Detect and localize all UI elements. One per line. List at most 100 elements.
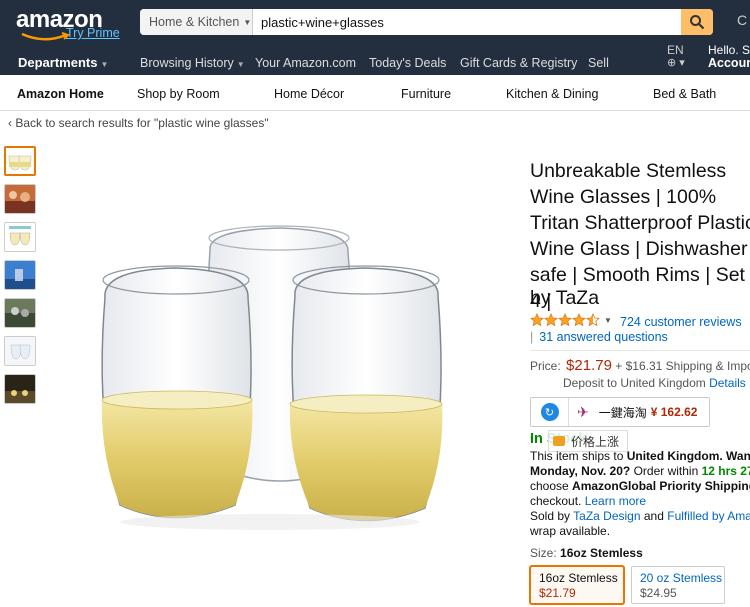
subnav-shop-by-room[interactable]: Shop by Room	[137, 87, 220, 101]
try-prime-link[interactable]: Try Prime	[66, 26, 120, 40]
seller-link[interactable]: TaZa Design	[573, 509, 640, 523]
nav-browsing-history-label: Browsing History	[140, 56, 234, 70]
subnav-furniture[interactable]: Furniture	[401, 87, 451, 101]
and-label: and	[640, 509, 668, 523]
size-label-text: Size:	[530, 546, 557, 560]
subnav-home-decor[interactable]: Home Décor	[274, 87, 344, 101]
star-rating[interactable]: ▼	[530, 313, 612, 327]
dinner-thumb-image	[5, 375, 35, 403]
departments-menu[interactable]: Departments ▼	[18, 55, 108, 70]
size-option-name: 16oz Stemless	[539, 571, 618, 585]
info-thumb-image	[5, 223, 35, 251]
thumbnail-4[interactable]	[4, 260, 36, 290]
price-label: Price:	[530, 359, 561, 373]
thumbnail-6[interactable]	[4, 336, 36, 366]
stars-icon	[530, 313, 600, 327]
size-option-name: 20 oz Stemless	[640, 571, 723, 585]
extension-logo[interactable]: ↻	[531, 398, 569, 426]
size-option-price: $24.95	[640, 586, 677, 600]
account-label: Accoun	[708, 56, 750, 70]
nav-todays-deals[interactable]: Today's Deals	[369, 56, 446, 70]
amazon-logo[interactable]: amazon Try Prime	[16, 6, 120, 41]
ship-country: United Kingdom	[626, 449, 720, 463]
back-to-results-link[interactable]: ‹ Back to search results for "plastic wi…	[8, 116, 269, 130]
sub-nav: Amazon Home Shop by Room Home Décor Furn…	[0, 75, 750, 111]
language-label: EN	[667, 43, 684, 57]
pool-thumb-image	[5, 261, 35, 289]
checkout-label: checkout.	[530, 494, 585, 508]
nav-browsing-history[interactable]: Browsing History ▼	[140, 56, 245, 70]
glasses-thumb-image	[8, 155, 32, 171]
shipping-cost: + $16.31 Shipping & Import	[615, 359, 750, 373]
answered-questions-link[interactable]: 31 answered questions	[539, 330, 668, 344]
ship-text-1: This item ships to	[530, 449, 627, 463]
nav-sell[interactable]: Sell	[588, 56, 609, 70]
nav-your-amazon[interactable]: Your Amazon.com	[255, 56, 356, 70]
choose-label: choose	[530, 479, 573, 493]
smile-icon	[21, 32, 70, 41]
language-selector[interactable]: EN ⊕ ▾	[667, 44, 685, 70]
party-thumb-image	[5, 185, 35, 213]
price-popup-label: 价格上涨	[571, 435, 620, 449]
extension-price: ¥ 162.62	[650, 405, 698, 419]
priority-shipping: AmazonGlobal Priority Shipping	[572, 479, 750, 493]
answered-questions: | 31 answered questions	[530, 330, 668, 344]
brand-line: by TaZa	[530, 287, 599, 310]
size-option-20oz[interactable]: 20 oz Stemless $24.95	[631, 566, 725, 604]
thumbnail-2[interactable]	[4, 184, 36, 214]
account-menu[interactable]: Hello. S Accoun	[708, 44, 750, 70]
size-option-price: $21.79	[539, 586, 576, 600]
nav-row: Departments ▼ Browsing History ▼ Your Amaz…	[0, 52, 750, 74]
gift-wrap-text: wrap available.	[530, 524, 611, 538]
fulfilled-by-amazon-link[interactable]: Fulfilled by Amazon	[667, 509, 750, 523]
size-selected-value: 16oz Stemless	[560, 546, 643, 560]
chevron-down-icon: ▼	[236, 60, 245, 69]
search-input[interactable]	[253, 9, 681, 35]
subnav-amazon-home[interactable]: Amazon Home	[17, 87, 104, 101]
by-label: by	[530, 287, 551, 309]
thumbnail-3[interactable]	[4, 222, 36, 252]
airplane-icon: ✈	[577, 403, 589, 420]
outdoor-thumb-image	[5, 299, 35, 327]
nav-gift-cards[interactable]: Gift Cards & Registry	[460, 56, 577, 70]
sold-by-label: Sold by	[530, 509, 574, 523]
search-button[interactable]	[681, 9, 713, 35]
order-within-label: Order within	[630, 464, 702, 478]
thumbnail-1[interactable]	[4, 146, 36, 176]
chevron-down-icon: ▼	[100, 60, 109, 69]
chevron-down-icon: ▼	[243, 17, 252, 27]
ship-text-1c: . Want	[719, 449, 750, 463]
top-nav: amazon Try Prime Home & Kitchen ▼ C Depa…	[0, 0, 750, 75]
separator: |	[530, 330, 534, 344]
clear-glasses-thumb-image	[5, 337, 35, 365]
size-option-16oz[interactable]: 16oz Stemless $21.79	[530, 566, 624, 604]
deposit-text: Deposit to United Kingdom	[563, 376, 706, 390]
divider	[530, 350, 750, 351]
learn-more-link[interactable]: Learn more	[585, 494, 646, 508]
price-value: $21.79	[566, 357, 612, 374]
globe-icon: ⊕ ▾	[667, 57, 685, 69]
countdown: 12 hrs 27	[701, 464, 750, 478]
deposit-line: Deposit to United Kingdom Details	[563, 376, 746, 390]
delivery-date: Monday, Nov. 20?	[530, 464, 631, 478]
extension-label: 一鍵海淘	[598, 405, 647, 420]
thumbnail-7[interactable]	[4, 374, 36, 404]
price-row: Price: $21.79 + $16.31 Shipping & Import	[530, 357, 750, 374]
customer-reviews-link[interactable]: 724 customer reviews	[620, 315, 742, 329]
thumbnail-5[interactable]	[4, 298, 36, 328]
price-extension-box[interactable]: ↻ ✈ 一鍵海淘 ¥ 162.62	[530, 397, 710, 427]
details-link[interactable]: Details	[709, 376, 746, 390]
subnav-kitchen-dining[interactable]: Kitchen & Dining	[506, 87, 598, 101]
brand-link[interactable]: TaZa	[556, 287, 599, 309]
search-bar: Home & Kitchen ▼	[140, 9, 713, 35]
search-scope-dropdown[interactable]: Home & Kitchen ▼	[140, 9, 253, 35]
search-scope-label: Home & Kitchen	[149, 15, 240, 29]
departments-label: Departments	[18, 55, 98, 70]
refresh-icon: ↻	[540, 403, 559, 421]
chart-icon	[553, 436, 565, 446]
cart-link[interactable]: C	[737, 12, 747, 28]
size-label: Size: 16oz Stemless	[530, 546, 643, 560]
chevron-down-icon: ▼	[604, 316, 612, 325]
subnav-bed-bath[interactable]: Bed & Bath	[653, 87, 716, 101]
product-main-image[interactable]	[80, 200, 460, 570]
